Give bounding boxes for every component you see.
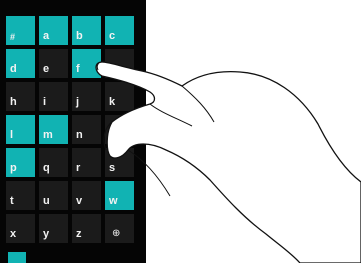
touch-hand-icon [95, 61, 361, 263]
